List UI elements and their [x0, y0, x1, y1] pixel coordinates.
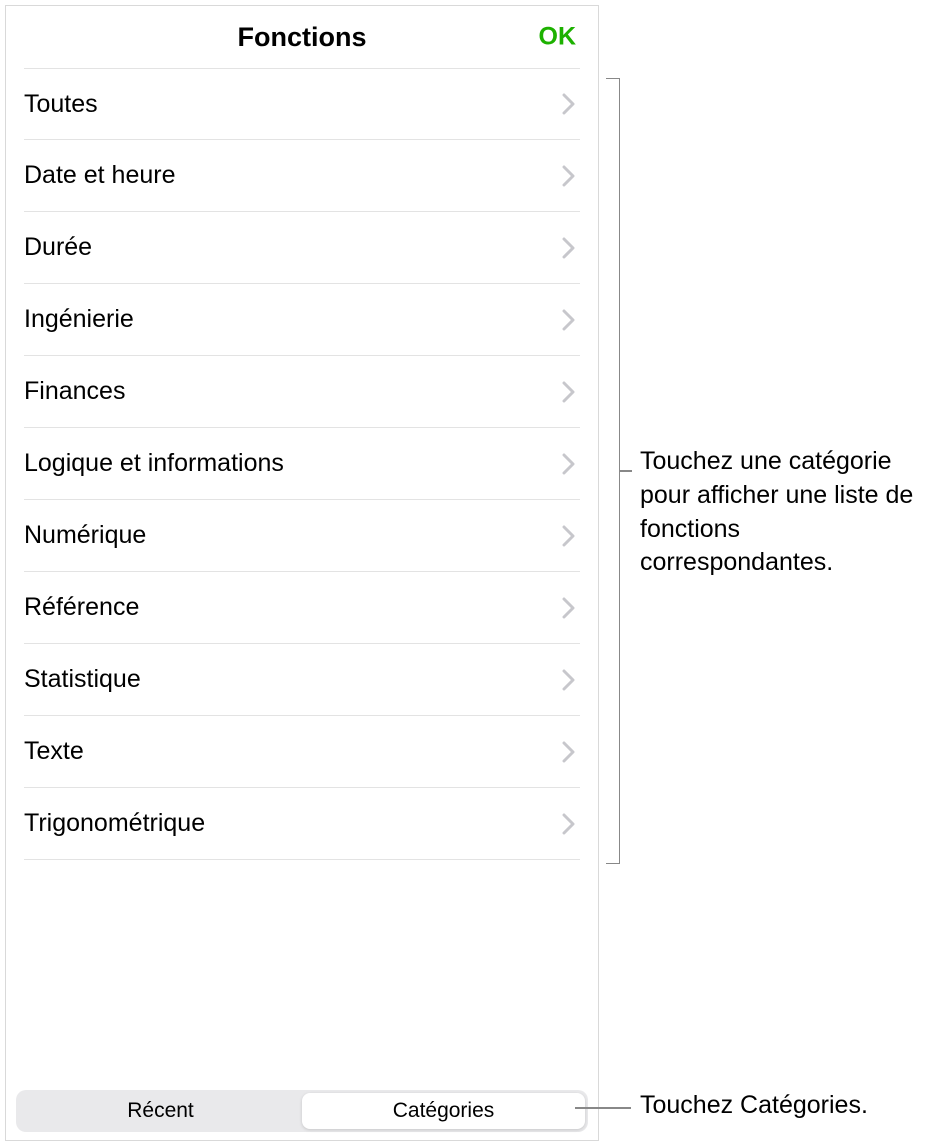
category-label: Logique et informations	[24, 449, 284, 478]
chevron-right-icon	[562, 453, 576, 475]
segmented-control: Récent Catégories	[16, 1090, 588, 1132]
chevron-right-icon	[562, 381, 576, 403]
tab-categories[interactable]: Catégories	[302, 1093, 585, 1129]
category-list: Toutes Date et heure Durée Ingénierie Fi…	[6, 68, 598, 1084]
chevron-right-icon	[562, 165, 576, 187]
chevron-right-icon	[562, 813, 576, 835]
category-item-numerique[interactable]: Numérique	[24, 500, 580, 572]
chevron-right-icon	[562, 597, 576, 619]
category-item-finances[interactable]: Finances	[24, 356, 580, 428]
chevron-right-icon	[562, 237, 576, 259]
category-item-toutes[interactable]: Toutes	[24, 68, 580, 140]
category-label: Toutes	[24, 90, 98, 119]
functions-panel: Fonctions OK Toutes Date et heure Durée …	[5, 5, 599, 1141]
category-label: Ingénierie	[24, 305, 134, 334]
tab-bar: Récent Catégories	[6, 1084, 598, 1140]
callout-line-tabs	[575, 1107, 631, 1109]
panel-header: Fonctions OK	[6, 6, 598, 68]
category-item-reference[interactable]: Référence	[24, 572, 580, 644]
category-label: Texte	[24, 737, 84, 766]
category-item-date-heure[interactable]: Date et heure	[24, 140, 580, 212]
chevron-right-icon	[562, 309, 576, 331]
category-item-duree[interactable]: Durée	[24, 212, 580, 284]
category-label: Statistique	[24, 665, 141, 694]
category-item-logique[interactable]: Logique et informations	[24, 428, 580, 500]
category-label: Finances	[24, 377, 125, 406]
chevron-right-icon	[562, 93, 576, 115]
callout-line-list	[620, 470, 632, 472]
category-label: Numérique	[24, 521, 146, 550]
chevron-right-icon	[562, 525, 576, 547]
category-item-ingenierie[interactable]: Ingénierie	[24, 284, 580, 356]
callout-bracket-list	[606, 78, 620, 864]
category-item-texte[interactable]: Texte	[24, 716, 580, 788]
tab-recent[interactable]: Récent	[19, 1093, 302, 1129]
callout-text-list: Touchez une catégorie pour afficher une …	[640, 445, 930, 580]
category-item-statistique[interactable]: Statistique	[24, 644, 580, 716]
callout-text-tabs: Touchez Catégories.	[640, 1091, 868, 1120]
category-label: Date et heure	[24, 161, 176, 190]
category-label: Référence	[24, 593, 139, 622]
category-item-trigonometrique[interactable]: Trigonométrique	[24, 788, 580, 860]
category-label: Trigonométrique	[24, 809, 205, 838]
chevron-right-icon	[562, 669, 576, 691]
ok-button[interactable]: OK	[539, 23, 577, 52]
panel-title: Fonctions	[238, 22, 367, 53]
chevron-right-icon	[562, 741, 576, 763]
category-label: Durée	[24, 233, 92, 262]
